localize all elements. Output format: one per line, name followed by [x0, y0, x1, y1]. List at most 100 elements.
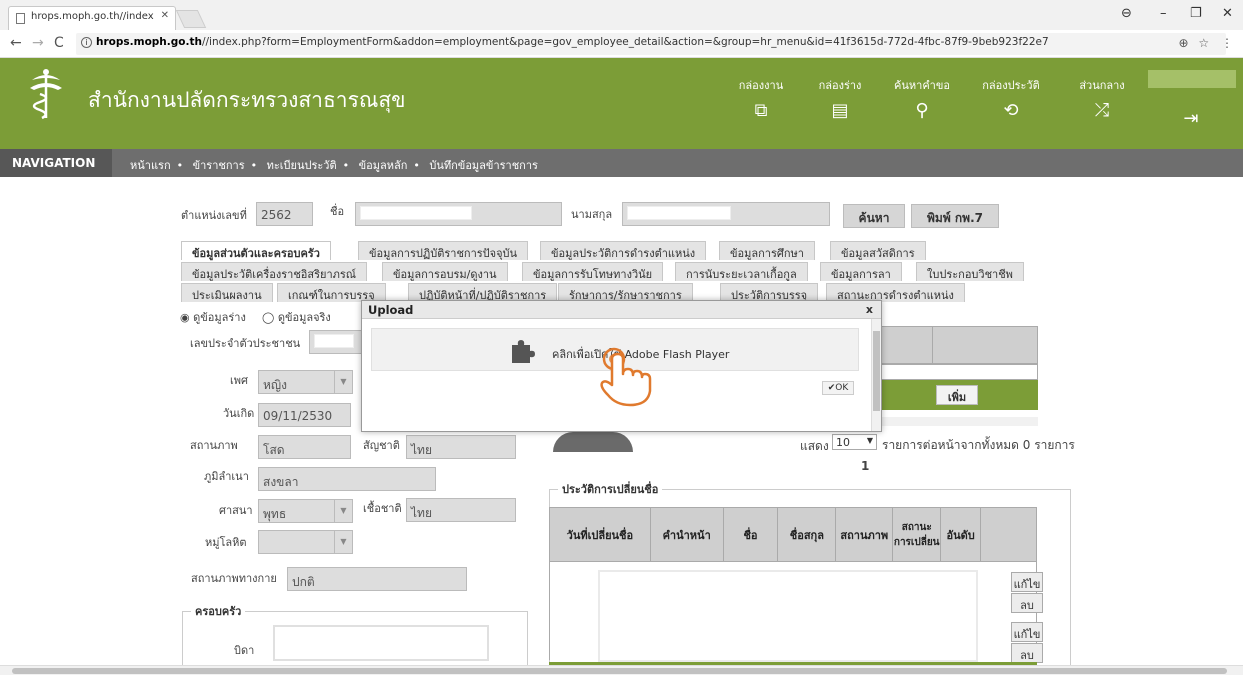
menu-drafts[interactable]: กล่องร่าง ▤ — [803, 76, 877, 121]
navigation-bar: NAVIGATION หน้าแรก • ข้าราชการ • ทะเบียนปร… — [0, 149, 1243, 177]
crumb-officials[interactable]: ข้าราชการ — [193, 159, 245, 172]
delete-button[interactable]: ลบ — [1011, 593, 1043, 613]
back-icon[interactable]: ← — [10, 35, 22, 51]
reload-icon[interactable]: C — [54, 35, 64, 51]
radio-draft[interactable]: ◉ ดูข้อมูลร่าง — [180, 308, 246, 326]
blood-type-select[interactable]: ▼ — [258, 530, 353, 554]
ok-button[interactable]: ✔OK — [822, 381, 854, 395]
religion-select[interactable]: พุทธ ▼ — [258, 499, 353, 523]
edit-button[interactable]: แก้ไข — [1011, 572, 1043, 592]
window-icon: ⧉ — [754, 100, 768, 121]
blood-type-label: หมู่โลหิต — [205, 536, 247, 549]
page-size-select[interactable]: 10 ▼ — [832, 434, 877, 450]
birthdate-field[interactable]: 09/11/2530 — [258, 403, 351, 427]
history-icon: ⟲ — [1003, 100, 1019, 121]
info-icon[interactable]: i — [81, 37, 92, 48]
menu-inbox-label: กล่องงาน — [738, 79, 784, 92]
scroll-thumb[interactable] — [873, 331, 880, 411]
tab-education[interactable]: ข้อมูลการศึกษา — [719, 241, 815, 260]
col-prefix[interactable]: คำนำหน้า — [649, 507, 724, 562]
edit-button[interactable]: แก้ไข — [1011, 622, 1043, 642]
profile-icon[interactable]: ⊖ — [1121, 6, 1132, 21]
tab-supplementary-time[interactable]: การนับระยะเวลาเกื้อกูล — [675, 262, 808, 281]
page-size-value: 10 — [836, 436, 850, 449]
crumb-home[interactable]: หน้าแรก — [130, 159, 171, 172]
tab-position-history[interactable]: ข้อมูลประวัติการดำรงตำแหน่ง — [540, 241, 707, 260]
new-tab-button[interactable] — [175, 10, 207, 28]
tab-current-service[interactable]: ข้อมูลการปฏิบัติราชการปัจจุบัน — [358, 241, 529, 260]
add-button[interactable]: เพิ่ม — [936, 385, 978, 405]
crumb-main-data[interactable]: ข้อมูลหลัก — [359, 159, 408, 172]
url-input[interactable]: i hrops.moph.go.th//index.php?form=Emplo… — [76, 33, 1226, 55]
dialog-close-button[interactable]: x — [866, 303, 873, 316]
tab-license[interactable]: ใบประกอบวิชาชีพ — [916, 262, 1024, 281]
redacted-rows — [598, 570, 978, 662]
star-icon[interactable]: ☆ — [1198, 36, 1209, 50]
print-kp7-button[interactable]: พิมพ์ กพ.7 — [911, 204, 999, 228]
minimize-icon[interactable]: – — [1160, 6, 1167, 21]
upper-table-scrollbar[interactable] — [878, 417, 1038, 426]
menu-inbox[interactable]: กล่องงาน ⧉ — [724, 76, 798, 121]
col-surname[interactable]: ชื่อสกุล — [777, 507, 837, 562]
crumb-registry[interactable]: ทะเบียนประวัติ — [267, 159, 337, 172]
tab-welfare[interactable]: ข้อมูลสวัสดิการ — [830, 241, 926, 260]
nationality-field[interactable]: ไทย — [406, 435, 516, 459]
tab-decorations[interactable]: ข้อมูลประวัติเครื่องราชอิสริยาภรณ์ — [181, 262, 368, 281]
shuffle-icon: ⤮ — [1094, 100, 1110, 121]
menu-icon[interactable]: ⋮ — [1221, 36, 1233, 50]
radio-real[interactable]: ◯ ดูข้อมูลจริง — [262, 308, 331, 326]
tab-discipline[interactable]: ข้อมูลการรับโทษทางวินัย — [522, 262, 664, 281]
radio-real-label: ดูข้อมูลจริง — [277, 311, 331, 324]
name-field[interactable] — [355, 202, 562, 226]
physical-status-label: สถานภาพทางกาย — [191, 572, 277, 585]
tab-evaluation[interactable]: ประเมินผลงาน — [181, 283, 273, 302]
tab-personal-family[interactable]: ข้อมูลส่วนตัวและครอบครัว — [181, 241, 331, 260]
col-rank[interactable]: อันดับ — [940, 507, 982, 562]
page-horizontal-scrollbar[interactable] — [0, 665, 1243, 675]
religion-label: ศาสนา — [219, 504, 253, 517]
tab-close-icon[interactable]: ✕ — [161, 10, 169, 21]
show-label: แสดง — [800, 439, 829, 453]
gender-value: หญิง — [263, 378, 287, 392]
close-window-icon[interactable]: ✕ — [1222, 6, 1233, 21]
national-id-field[interactable] — [309, 330, 365, 354]
search-button[interactable]: ค้นหา — [843, 204, 905, 228]
hand-pointer-icon — [600, 347, 652, 407]
forward-icon[interactable]: → — [32, 35, 44, 51]
race-field[interactable]: ไทย — [406, 498, 516, 522]
col-status[interactable]: สถานภาพ — [835, 507, 894, 562]
user-name-redacted — [1148, 70, 1236, 88]
menu-central[interactable]: ส่วนกลาง ⤮ — [1065, 76, 1139, 121]
tab-leave[interactable]: ข้อมูลการลา — [820, 262, 902, 281]
menu-history[interactable]: กล่องประวัติ ⟲ — [974, 76, 1048, 121]
page-number[interactable]: 1 — [861, 459, 869, 473]
maximize-icon[interactable]: ❐ — [1190, 6, 1202, 21]
national-id-label: เลขประจำตัวประชาชน — [190, 337, 301, 350]
chevron-down-icon: ▼ — [334, 371, 352, 393]
marital-status-label: สถานภาพ — [190, 439, 238, 452]
col-first-name[interactable]: ชื่อ — [722, 507, 779, 562]
dialog-scrollbar[interactable] — [871, 319, 881, 431]
browser-tab[interactable]: hrops.moph.go.th//index ✕ — [8, 6, 176, 30]
name-label: ชื่อ — [330, 205, 345, 218]
hometown-field[interactable]: สงขลา — [258, 467, 436, 491]
position-number-field[interactable]: 2562 — [256, 202, 313, 226]
scroll-thumb[interactable] — [12, 668, 1227, 674]
father-name-field[interactable] — [273, 625, 489, 661]
col-change-date[interactable]: วันที่เปลี่ยนชื่อ — [549, 507, 651, 562]
menu-central-label: ส่วนกลาง — [1079, 79, 1125, 92]
gender-select[interactable]: หญิง ▼ — [258, 370, 353, 394]
marital-status-field[interactable]: โสด — [258, 435, 351, 459]
logout-icon[interactable]: ⇥ — [1154, 102, 1228, 129]
dialog-title: Upload — [368, 303, 414, 317]
menu-search-request[interactable]: ค้นหาคำขอ ⚲ — [885, 76, 959, 121]
ministry-logo — [30, 69, 62, 120]
physical-status-field[interactable]: ปกติ — [287, 567, 467, 591]
surname-field[interactable] — [622, 202, 830, 226]
upper-table-row — [878, 364, 1038, 380]
crumb-record[interactable]: บันทึกข้อมูลข้าราชการ — [429, 159, 538, 172]
tab-training[interactable]: ข้อมูลการอบรม/ดูงาน — [382, 262, 508, 281]
zoom-icon[interactable]: ⊕ — [1179, 36, 1189, 50]
delete-button[interactable]: ลบ — [1011, 643, 1043, 663]
col-change-status[interactable]: สถานะการเปลี่ยน — [892, 507, 942, 562]
